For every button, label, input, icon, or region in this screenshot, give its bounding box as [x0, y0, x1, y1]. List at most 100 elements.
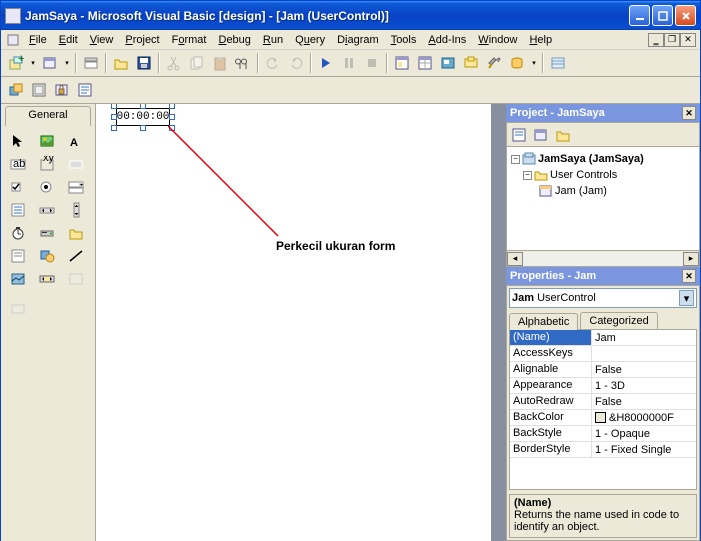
prop-row[interactable]: BorderStyle1 - Fixed Single	[510, 442, 696, 458]
mdi-minimize-button[interactable]: ‗	[648, 33, 664, 47]
properties-panel-titlebar[interactable]: Properties - Jam ✕	[506, 267, 700, 285]
add-form-button[interactable]	[39, 52, 61, 74]
menu-add-ins[interactable]: Add-Ins	[422, 32, 472, 48]
menu-debug[interactable]: Debug	[212, 32, 256, 48]
paste-button[interactable]	[209, 52, 231, 74]
combobox-tool[interactable]	[63, 176, 89, 198]
hscrollbar-tool[interactable]	[34, 199, 60, 221]
lock-controls-button[interactable]	[51, 79, 73, 101]
usercontrol-jam[interactable]: 00:00:00	[116, 108, 170, 126]
add-project-dropdown[interactable]: ▾	[28, 59, 38, 67]
vscrollbar-tool[interactable]	[63, 199, 89, 221]
folder-node[interactable]: − User Controls	[511, 167, 695, 183]
project-tree[interactable]: − JamSaya (JamSaya) − User Controls Jam …	[507, 147, 699, 250]
find-button[interactable]	[232, 52, 254, 74]
shape-tool[interactable]	[34, 245, 60, 267]
commandbutton-tool[interactable]	[63, 153, 89, 175]
prop-name-cell[interactable]: AutoRedraw	[510, 394, 592, 409]
design-surface[interactable]: 00:00:00 Perkecil ukuran form	[96, 104, 491, 541]
send-to-back-button[interactable]	[28, 79, 50, 101]
open-button[interactable]	[110, 52, 132, 74]
timer-tool[interactable]	[5, 222, 31, 244]
save-button[interactable]	[133, 52, 155, 74]
resize-handle-sw[interactable]	[111, 125, 117, 131]
add-form-dropdown[interactable]: ▾	[62, 59, 72, 67]
picturebox-tool[interactable]	[34, 130, 60, 152]
prop-row[interactable]: AlignableFalse	[510, 362, 696, 378]
label-tool[interactable]: A	[63, 130, 89, 152]
prop-row[interactable]: BackStyle1 - Opaque	[510, 426, 696, 442]
object-selector-combo[interactable]: Jam UserControl ▾	[509, 288, 697, 308]
line-tool[interactable]	[63, 245, 89, 267]
cut-button[interactable]	[163, 52, 185, 74]
start-button[interactable]	[315, 52, 337, 74]
image-tool[interactable]	[5, 268, 31, 290]
prop-row[interactable]: Appearance1 - 3D	[510, 378, 696, 394]
copy-button[interactable]	[186, 52, 208, 74]
menu-edit[interactable]: Edit	[53, 32, 84, 48]
end-button[interactable]	[361, 52, 383, 74]
menu-format[interactable]: Format	[166, 32, 213, 48]
scroll-left-button[interactable]: ◂	[507, 252, 523, 266]
menu-query[interactable]: Query	[289, 32, 331, 48]
menu-run[interactable]: Run	[257, 32, 289, 48]
prop-name-cell[interactable]: BackColor	[510, 410, 592, 425]
resize-handle-nw[interactable]	[111, 104, 117, 109]
prop-value-cell[interactable]: 1 - Opaque	[592, 426, 696, 441]
tab-alphabetic[interactable]: Alphabetic	[509, 313, 578, 330]
properties-panel-close-button[interactable]: ✕	[682, 269, 696, 283]
add-project-button[interactable]: +	[5, 52, 27, 74]
break-button[interactable]	[338, 52, 360, 74]
prop-value-cell[interactable]: &H8000000F	[592, 410, 696, 425]
menu-help[interactable]: Help	[523, 32, 558, 48]
close-button[interactable]	[675, 5, 696, 26]
checkbox-tool[interactable]	[5, 176, 31, 198]
prop-name-cell[interactable]: BackStyle	[510, 426, 592, 441]
prop-value-cell[interactable]: 1 - Fixed Single	[592, 442, 696, 457]
prop-name-cell[interactable]: AccessKeys	[510, 346, 592, 361]
prop-row[interactable]: AccessKeys	[510, 346, 696, 362]
bring-to-front-button[interactable]	[5, 79, 27, 101]
menu-tools[interactable]: Tools	[385, 32, 423, 48]
design-area[interactable]: 00:00:00 Perkecil ukuran form	[96, 104, 506, 541]
prop-name-cell[interactable]: (Name)	[510, 330, 592, 345]
prop-value-cell[interactable]	[592, 346, 696, 361]
menu-project[interactable]: Project	[119, 32, 165, 48]
data-tool[interactable]	[34, 268, 60, 290]
prop-row[interactable]: BackColor&H8000000F	[510, 410, 696, 426]
prop-value-cell[interactable]: False	[592, 394, 696, 409]
menu-editor-button[interactable]	[80, 52, 102, 74]
data-view-button[interactable]	[506, 52, 528, 74]
object-browser-button[interactable]	[460, 52, 482, 74]
ole-tool[interactable]	[63, 268, 89, 290]
prop-name-cell[interactable]: Alignable	[510, 362, 592, 377]
project-root-node[interactable]: − JamSaya (JamSaya)	[511, 151, 695, 167]
scroll-track[interactable]	[523, 252, 683, 266]
menu-view[interactable]: View	[84, 32, 120, 48]
menu-window[interactable]: Window	[472, 32, 523, 48]
prop-name-cell[interactable]: Appearance	[510, 378, 592, 393]
toggle-folders-button[interactable]	[553, 125, 573, 145]
view-code-button[interactable]	[509, 125, 529, 145]
drivelistbox-tool[interactable]	[34, 222, 60, 244]
expander-icon[interactable]: −	[511, 155, 520, 164]
combo-dropdown-button[interactable]: ▾	[679, 290, 694, 306]
pointer-tool[interactable]	[5, 130, 31, 152]
prop-value-cell[interactable]: False	[592, 362, 696, 377]
project-hscrollbar[interactable]: ◂ ▸	[507, 250, 699, 266]
textbox-tool[interactable]: ab|	[5, 153, 31, 175]
prop-value-cell[interactable]: Jam	[592, 330, 696, 345]
properties-window-button[interactable]	[414, 52, 436, 74]
extra-tool[interactable]	[5, 298, 31, 320]
resize-handle-n[interactable]	[140, 104, 146, 109]
resize-handle-s[interactable]	[140, 125, 146, 131]
mdi-close-button[interactable]: ✕	[680, 33, 696, 47]
maximize-button[interactable]	[652, 5, 673, 26]
project-explorer-button[interactable]	[391, 52, 413, 74]
mdi-restore-button[interactable]: ❐	[664, 33, 680, 47]
undo-button[interactable]	[262, 52, 284, 74]
properties-grid[interactable]: (Name)JamAccessKeysAlignableFalseAppeara…	[509, 329, 697, 490]
listbox-tool[interactable]	[5, 199, 31, 221]
filelistbox-tool[interactable]	[5, 245, 31, 267]
view-code-button[interactable]	[74, 79, 96, 101]
